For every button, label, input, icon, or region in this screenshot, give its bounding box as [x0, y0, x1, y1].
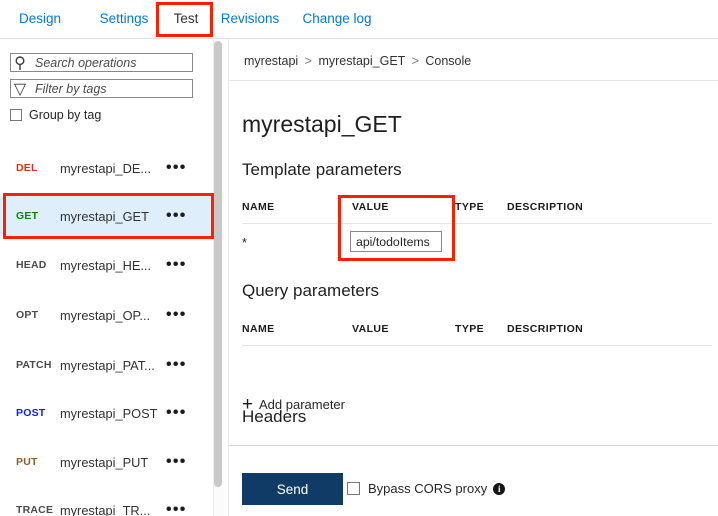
breadcrumb-separator: >	[304, 54, 312, 68]
filter-icon: ▽	[13, 80, 27, 98]
breadcrumb-separator: >	[411, 54, 419, 68]
operation-row-post[interactable]: POST myrestapi_POST •••	[0, 393, 212, 433]
column-header-name: NAME	[242, 323, 275, 335]
checkbox-box	[10, 109, 22, 121]
console-panel: myrestapi > myrestapi_GET > Console myre…	[229, 39, 718, 516]
page-title: myrestapi_GET	[242, 111, 402, 137]
column-header-name: NAME	[242, 201, 275, 213]
tab-revisions[interactable]: Revisions	[214, 0, 286, 38]
tab-design[interactable]: Design	[10, 0, 70, 38]
tab-changelog[interactable]: Change log	[294, 0, 380, 38]
operation-name-label: myrestapi_HE...	[60, 257, 152, 273]
table-divider	[242, 345, 712, 346]
operation-method-label: POST	[16, 407, 46, 419]
operation-name-label: myrestapi_PAT...	[60, 357, 155, 373]
operation-method-label: PATCH	[16, 359, 52, 371]
operation-more-icon[interactable]: •••	[166, 160, 187, 176]
operation-method-label: GET	[16, 210, 39, 222]
table-row: *	[242, 223, 712, 267]
template-parameters-table: NAME VALUE TYPE DESCRIPTION *	[242, 197, 712, 267]
operation-row-head[interactable]: HEAD myrestapi_HE... •••	[0, 245, 212, 285]
query-parameters-heading: Query parameters	[242, 281, 379, 300]
breadcrumb: myrestapi > myrestapi_GET > Console	[244, 54, 471, 68]
filter-by-tags-input[interactable]: ▽ Filter by tags	[10, 79, 193, 98]
column-header-value: VALUE	[352, 201, 389, 213]
operation-more-icon[interactable]: •••	[166, 307, 187, 323]
operation-name-label: myrestapi_OP...	[60, 307, 151, 323]
operation-more-icon[interactable]: •••	[166, 257, 187, 273]
parameter-name: *	[242, 236, 247, 250]
operation-method-label: DEL	[16, 162, 38, 174]
operation-method-label: TRACE	[16, 504, 54, 516]
operation-row-del[interactable]: DEL myrestapi_DE... •••	[0, 148, 212, 188]
checkbox-box	[347, 482, 360, 495]
template-parameters-heading: Template parameters	[242, 160, 402, 179]
column-header-type: TYPE	[455, 201, 485, 213]
filter-placeholder: Filter by tags	[35, 81, 107, 96]
operation-row-put[interactable]: PUT myrestapi_PUT •••	[0, 442, 212, 482]
table-header-row: NAME VALUE TYPE DESCRIPTION	[242, 319, 712, 345]
operation-method-label: PUT	[16, 456, 38, 468]
operation-method-label: OPT	[16, 309, 39, 321]
headers-heading: Headers	[242, 407, 307, 426]
column-header-type: TYPE	[455, 323, 485, 335]
operation-more-icon[interactable]: •••	[166, 405, 187, 421]
operation-row-opt[interactable]: OPT myrestapi_OP... •••	[0, 295, 212, 335]
column-header-description: DESCRIPTION	[507, 201, 584, 213]
operation-name-label: myrestapi_TR...	[60, 502, 151, 516]
operation-name-label: myrestapi_DE...	[60, 160, 152, 176]
footer-divider	[229, 445, 718, 446]
operation-more-icon[interactable]: •••	[166, 357, 187, 373]
bypass-cors-proxy-label: Bypass CORS proxy	[368, 481, 488, 496]
send-button[interactable]: Send	[242, 473, 343, 505]
table-header-row: NAME VALUE TYPE DESCRIPTION	[242, 197, 712, 223]
group-by-tag-checkbox[interactable]: Group by tag	[10, 106, 101, 124]
operation-method-label: HEAD	[16, 259, 47, 271]
sidebar-scrollbar-thumb[interactable]	[214, 41, 222, 487]
info-icon[interactable]: i	[493, 482, 506, 495]
breadcrumb-divider	[229, 80, 718, 81]
search-input[interactable]: ⚲ Search operations	[10, 53, 193, 72]
operation-more-icon[interactable]: •••	[166, 502, 187, 516]
tab-test[interactable]: Test	[166, 0, 206, 38]
operation-more-icon[interactable]: •••	[166, 454, 187, 470]
operation-row-trace[interactable]: TRACE myrestapi_TR... •••	[0, 490, 212, 516]
column-header-value: VALUE	[352, 323, 389, 335]
search-placeholder: Search operations	[35, 55, 137, 70]
search-icon: ⚲	[14, 54, 26, 72]
operation-name-label: myrestapi_GET	[60, 208, 149, 224]
query-parameters-table: NAME VALUE TYPE DESCRIPTION	[242, 319, 712, 346]
operation-row-get[interactable]: GET myrestapi_GET •••	[0, 196, 212, 236]
top-tab-bar: Design Settings Test Revisions Change lo…	[0, 0, 718, 39]
operation-name-label: myrestapi_POST	[60, 405, 158, 421]
operation-more-icon[interactable]: •••	[166, 208, 187, 224]
operation-row-patch[interactable]: PATCH myrestapi_PAT... •••	[0, 345, 212, 385]
breadcrumb-leaf: Console	[425, 54, 472, 68]
operations-sidebar: ⚲ Search operations ▽ Filter by tags Gro…	[0, 39, 229, 516]
bypass-cors-proxy-checkbox[interactable]: Bypass CORS proxy i	[347, 481, 506, 496]
breadcrumb-root[interactable]: myrestapi	[244, 54, 298, 68]
breadcrumb-operation[interactable]: myrestapi_GET	[318, 54, 405, 68]
operation-name-label: myrestapi_PUT	[60, 454, 149, 470]
column-header-description: DESCRIPTION	[507, 323, 584, 335]
template-parameter-value-input[interactable]	[350, 231, 442, 252]
group-by-tag-label: Group by tag	[29, 108, 102, 122]
tab-settings[interactable]: Settings	[90, 0, 158, 38]
